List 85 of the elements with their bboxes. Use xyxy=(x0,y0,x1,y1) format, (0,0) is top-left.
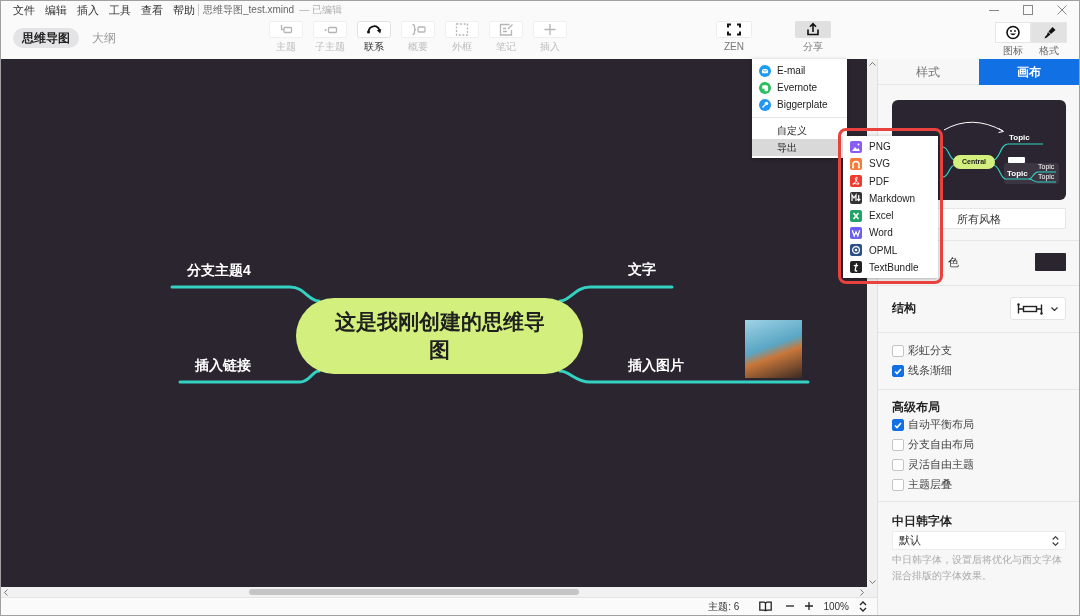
hint-text: 中日韩字体，设置后将优化与西文字体混合排版的字体效果。 xyxy=(892,553,1063,583)
section-title: 高级布局 xyxy=(892,399,941,415)
preview-topic: Topic xyxy=(1007,169,1028,178)
brush-icon xyxy=(1031,22,1067,43)
map-icon xyxy=(759,601,773,612)
topic-count: 主题: 6 xyxy=(708,599,740,614)
menu-item[interactable]: 文件 xyxy=(13,1,35,19)
relationship-button[interactable]: 联系 xyxy=(352,21,396,53)
menu-item[interactable]: 插入 xyxy=(77,1,99,19)
section-title: 结构 xyxy=(892,301,916,316)
markdown-icon xyxy=(850,192,862,205)
scroll-right-icon xyxy=(860,588,864,596)
edit-status: — 已编辑 xyxy=(299,3,342,17)
menu-item[interactable]: 导出 xyxy=(752,139,838,156)
menu-item[interactable]: 编辑 xyxy=(45,1,67,19)
preview-blank-topic xyxy=(1008,157,1025,163)
panel-tab[interactable]: 样式 xyxy=(878,59,979,85)
checkbox-label[interactable]: 自动平衡布局 xyxy=(908,418,974,432)
document-icon xyxy=(850,226,862,239)
central-topic[interactable]: 这是我刚创建的思维导图 xyxy=(296,298,583,374)
scrollbar-thumb[interactable] xyxy=(249,589,579,595)
menu-item[interactable]: OPML xyxy=(843,241,929,259)
text-icon xyxy=(850,261,862,274)
note-icon xyxy=(759,81,771,94)
view-tab[interactable]: 思维导图 xyxy=(13,28,79,48)
checkbox-label[interactable]: 线条渐细 xyxy=(908,364,952,378)
checkmark-icon xyxy=(894,421,902,429)
horizontal-scrollbar[interactable] xyxy=(1,587,867,597)
preview-topic: Topic xyxy=(1009,133,1030,142)
spreadsheet-icon xyxy=(850,209,862,222)
panel-tab[interactable]: 画布 xyxy=(978,59,1079,85)
smiley-icon xyxy=(995,22,1031,43)
menu-item[interactable]: Evernote xyxy=(752,79,838,96)
checkbox-label[interactable]: 主题层叠 xyxy=(908,478,952,492)
mail-icon xyxy=(759,64,771,77)
structure-icon xyxy=(1017,302,1043,315)
maximize-icon xyxy=(1023,5,1033,15)
checkbox-label[interactable]: 分支自由布局 xyxy=(908,438,974,452)
image-icon xyxy=(850,140,862,153)
checkbox-label[interactable]: 彩虹分支 xyxy=(908,344,952,358)
checkbox[interactable] xyxy=(892,345,904,357)
menu-item[interactable]: TextBundle xyxy=(843,258,929,276)
font-select[interactable]: 默认 xyxy=(892,531,1066,550)
share-button[interactable]: 分享 xyxy=(791,21,835,53)
scroll-down-icon xyxy=(868,580,876,584)
branch-topic[interactable]: 文字 xyxy=(628,260,656,278)
zen-button[interactable]: ZEN xyxy=(712,21,756,53)
close-icon xyxy=(1057,5,1067,15)
zoom-level[interactable]: 100% xyxy=(823,601,849,612)
zoom-in-icon xyxy=(805,602,814,610)
branch-topic[interactable]: 插入图片 xyxy=(628,356,684,374)
minimize-icon xyxy=(989,9,999,11)
section-title: 中日韩字体 xyxy=(892,513,953,529)
pdf-icon xyxy=(850,175,862,188)
menu-item[interactable]: 查看 xyxy=(141,1,163,19)
menu-item[interactable]: Biggerplate xyxy=(752,96,838,113)
updown-chevron-icon xyxy=(859,601,867,612)
format-toggle[interactable]: 格式 xyxy=(1031,22,1067,57)
structure-dropdown[interactable] xyxy=(1010,297,1066,320)
checkmark-icon xyxy=(894,367,902,375)
share-icon xyxy=(795,21,831,38)
scroll-left-icon xyxy=(4,588,8,596)
scroll-up-icon xyxy=(868,62,876,66)
checkbox[interactable] xyxy=(892,479,904,491)
checkbox[interactable] xyxy=(892,365,904,377)
checkbox[interactable] xyxy=(892,459,904,471)
menu-item[interactable]: E-mail xyxy=(752,62,838,79)
checkbox[interactable] xyxy=(892,419,904,431)
zoom-out-icon xyxy=(786,602,795,610)
chevron-down-icon xyxy=(1051,306,1058,311)
updown-chevron-icon xyxy=(1052,535,1059,546)
checkbox-label[interactable]: 灵活自由主题 xyxy=(908,458,974,472)
menu-item[interactable]: 自定义 xyxy=(752,122,838,139)
menu-item[interactable]: 工具 xyxy=(109,1,131,19)
menu-item[interactable]: 帮助 xyxy=(173,1,195,19)
icons-toggle[interactable]: 图标 xyxy=(995,22,1031,57)
color-swatch[interactable] xyxy=(1035,253,1066,271)
target-icon xyxy=(850,244,862,257)
setting-label: 色 xyxy=(948,254,959,270)
branch-topic[interactable]: 分支主题4 xyxy=(187,261,251,279)
file-name: 思维导图_test.xmind xyxy=(198,4,295,16)
checkbox[interactable] xyxy=(892,439,904,451)
key-icon xyxy=(759,98,771,111)
branch-topic[interactable]: 插入链接 xyxy=(195,356,251,374)
arch-icon xyxy=(850,157,862,170)
